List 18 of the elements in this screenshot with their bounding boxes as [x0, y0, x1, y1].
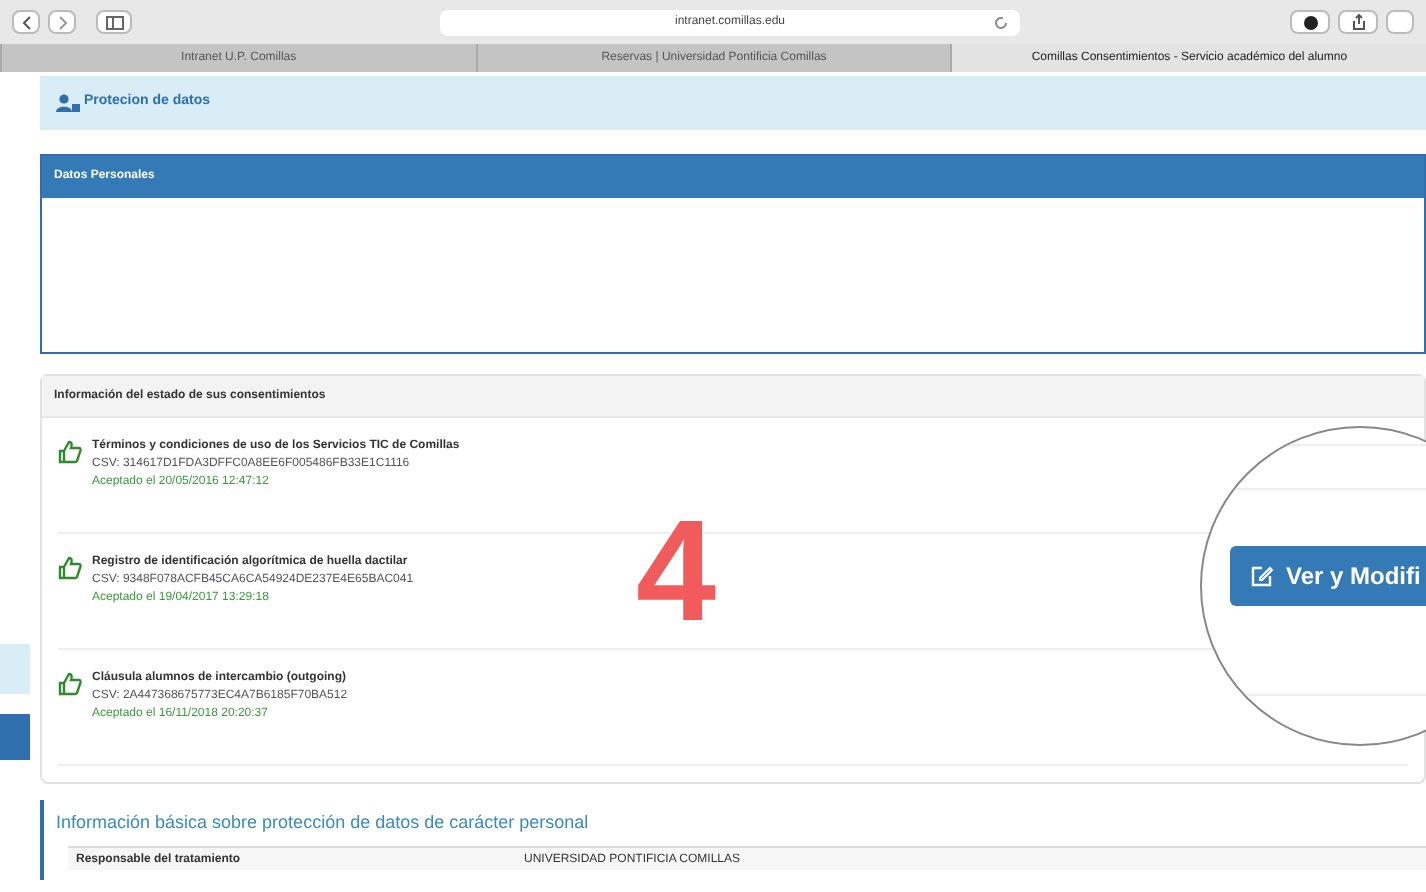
sidebar-button[interactable]: [96, 10, 132, 34]
thumbs-up-icon: [58, 556, 82, 580]
reload-icon: [994, 15, 1008, 29]
view-modify-button[interactable]: Ver y Modifi: [1230, 546, 1426, 606]
thumbs-up-icon: [58, 440, 82, 464]
user-lock-icon: [56, 94, 80, 112]
section-title: Información básica sobre protección de datos de carácter personal: [56, 810, 591, 836]
download-button[interactable]: [1290, 10, 1330, 34]
sidebar-icon: [105, 15, 123, 29]
download-icon: [1303, 15, 1317, 29]
edit-icon: [1250, 564, 1274, 588]
step-number: 4: [636, 500, 717, 644]
thumbs-up-icon: [58, 672, 82, 696]
share-button[interactable]: [1338, 10, 1378, 34]
back-button[interactable]: [12, 10, 40, 34]
chevron-right-icon: [57, 15, 67, 29]
share-icon: [1351, 14, 1365, 30]
chevron-left-icon: [21, 15, 31, 29]
